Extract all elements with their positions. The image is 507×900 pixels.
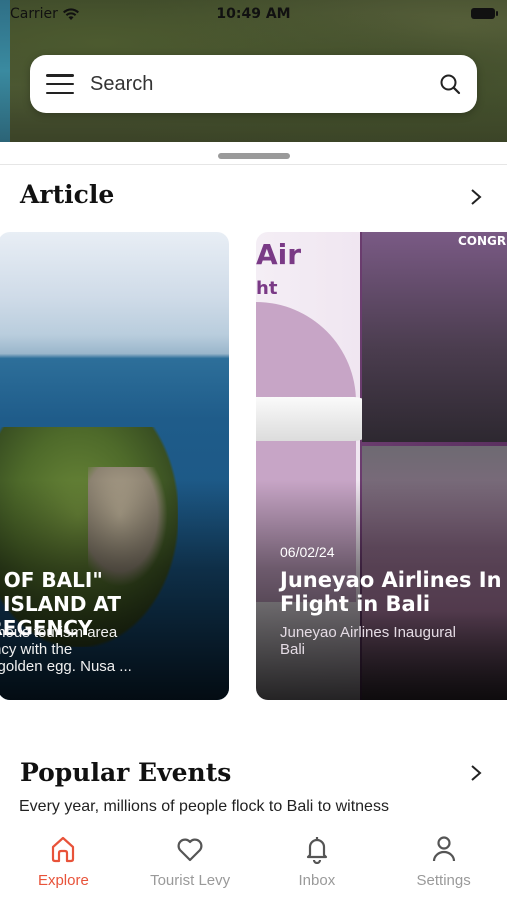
sheet-grabber-handle[interactable] [218, 153, 290, 159]
nav-label-tourist-levy: Tourist Levy [150, 872, 231, 889]
nav-item-settings[interactable]: Settings [381, 834, 507, 889]
bottom-navigation: Explore Tourist Levy Inbox Settings [0, 822, 507, 900]
user-icon [432, 836, 455, 862]
status-bar: Carrier 10:49 AM [0, 0, 507, 28]
nav-item-tourist-levy[interactable]: Tourist Levy [127, 834, 253, 889]
menu-icon[interactable] [46, 74, 74, 94]
heart-icon [177, 838, 203, 862]
nav-item-explore[interactable]: Explore [0, 834, 126, 889]
article-section-title: Article [20, 180, 115, 209]
events-section-title: Popular Events [20, 758, 232, 787]
nav-label-settings: Settings [416, 872, 471, 889]
article-excerpt: Juneyao Airlines Inaugural Bali [280, 624, 456, 658]
events-description: Every year, millions of people flock to … [19, 798, 389, 815]
image-text-air: Air [256, 238, 302, 271]
battery-icon [471, 8, 498, 19]
article-headline: Juneyao Airlines In Flight in Bali [280, 568, 502, 616]
article-card[interactable]: GG OF BALI" DA ISLAND AT G REGENCY a fam… [0, 232, 229, 700]
airplane-shape [256, 397, 376, 441]
article-card[interactable]: Air ht CONGR 06/02/24 Juneyao Airlines I… [256, 232, 507, 700]
image-text-ht: ht [256, 278, 278, 299]
nav-item-inbox[interactable]: Inbox [254, 834, 380, 889]
search-input[interactable]: Search [90, 73, 439, 96]
sheet-divider [0, 164, 507, 165]
status-time: 10:49 AM [216, 6, 291, 22]
search-icon[interactable] [439, 73, 461, 95]
article-date: 06/02/24 [280, 544, 335, 560]
article-see-all-chevron-icon[interactable] [467, 188, 485, 206]
events-see-all-chevron-icon[interactable] [467, 764, 485, 782]
ceremony-photo [362, 232, 507, 442]
nav-label-explore: Explore [37, 872, 89, 889]
bell-icon [306, 837, 327, 864]
search-bar[interactable]: Search [30, 55, 477, 113]
article-excerpt: a famous tourism area egency with the al… [0, 624, 132, 675]
bottom-sheet[interactable]: Article GG OF BALI" DA ISLAND AT G REGEN… [0, 142, 507, 822]
nav-label-inbox: Inbox [298, 872, 336, 889]
image-text-congr: CONGR [458, 234, 507, 248]
home-icon [52, 836, 75, 863]
